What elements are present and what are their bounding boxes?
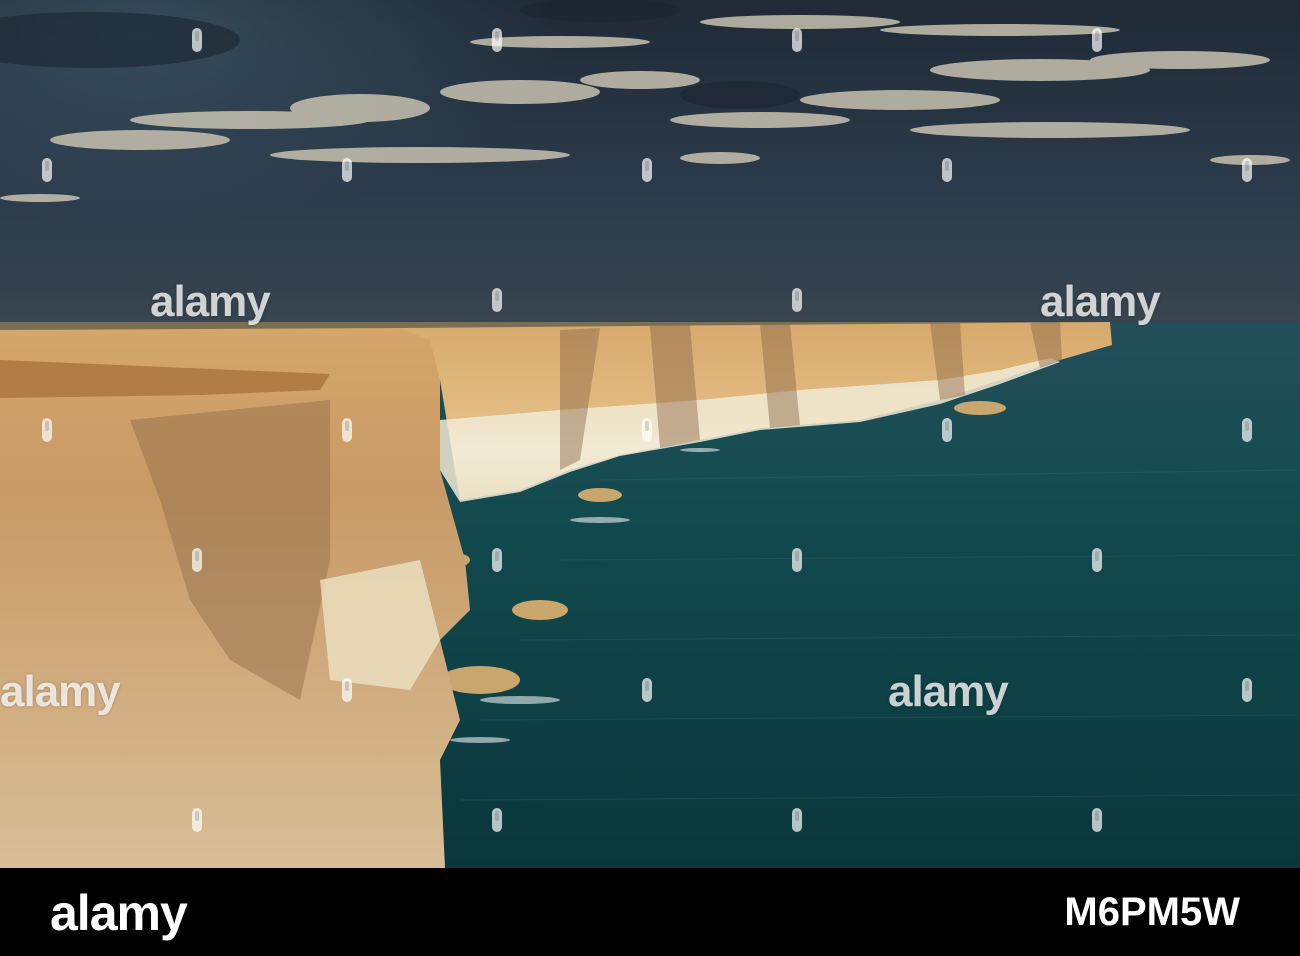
watermark-mark: [642, 678, 652, 702]
photo: alamy alamy alamy alamy: [0, 0, 1300, 868]
watermark-mark: [342, 678, 352, 702]
alamy-logo[interactable]: alamy: [50, 888, 188, 938]
watermark-mark: [792, 288, 802, 312]
watermark-mark: [192, 808, 202, 832]
watermark-mark: [792, 808, 802, 832]
watermark-mark: [1242, 158, 1252, 182]
watermark-text: alamy: [150, 277, 271, 326]
watermark-mark: [492, 808, 502, 832]
image-id: M6PM5W: [1064, 890, 1240, 934]
watermark-mark: [942, 418, 952, 442]
stock-photo-page: alamy alamy alamy alamy alamy M6PM5W: [0, 0, 1300, 956]
watermark-mark: [792, 28, 802, 52]
watermark-mark: [792, 548, 802, 572]
watermark-mark: [192, 548, 202, 572]
watermark-mark: [192, 28, 202, 52]
watermark-mark: [492, 288, 502, 312]
watermark-mark: [1092, 28, 1102, 52]
watermark-mark: [642, 158, 652, 182]
watermark-mark: [492, 548, 502, 572]
watermark-text: alamy: [1040, 277, 1161, 326]
watermark-mark: [1242, 418, 1252, 442]
watermark-mark: [42, 418, 52, 442]
watermark-text: alamy: [0, 667, 121, 716]
watermark-mark: [1242, 678, 1252, 702]
footer-bar: alamy M6PM5W: [0, 868, 1300, 956]
watermark-text: alamy: [888, 667, 1009, 716]
watermark-mark: [492, 28, 502, 52]
watermark-mark: [642, 418, 652, 442]
watermark-mark: [342, 158, 352, 182]
watermark-mark: [942, 158, 952, 182]
watermark-mark: [1092, 548, 1102, 572]
watermark-mark: [1092, 808, 1102, 832]
watermark-mark: [342, 418, 352, 442]
watermark-mark: [42, 158, 52, 182]
